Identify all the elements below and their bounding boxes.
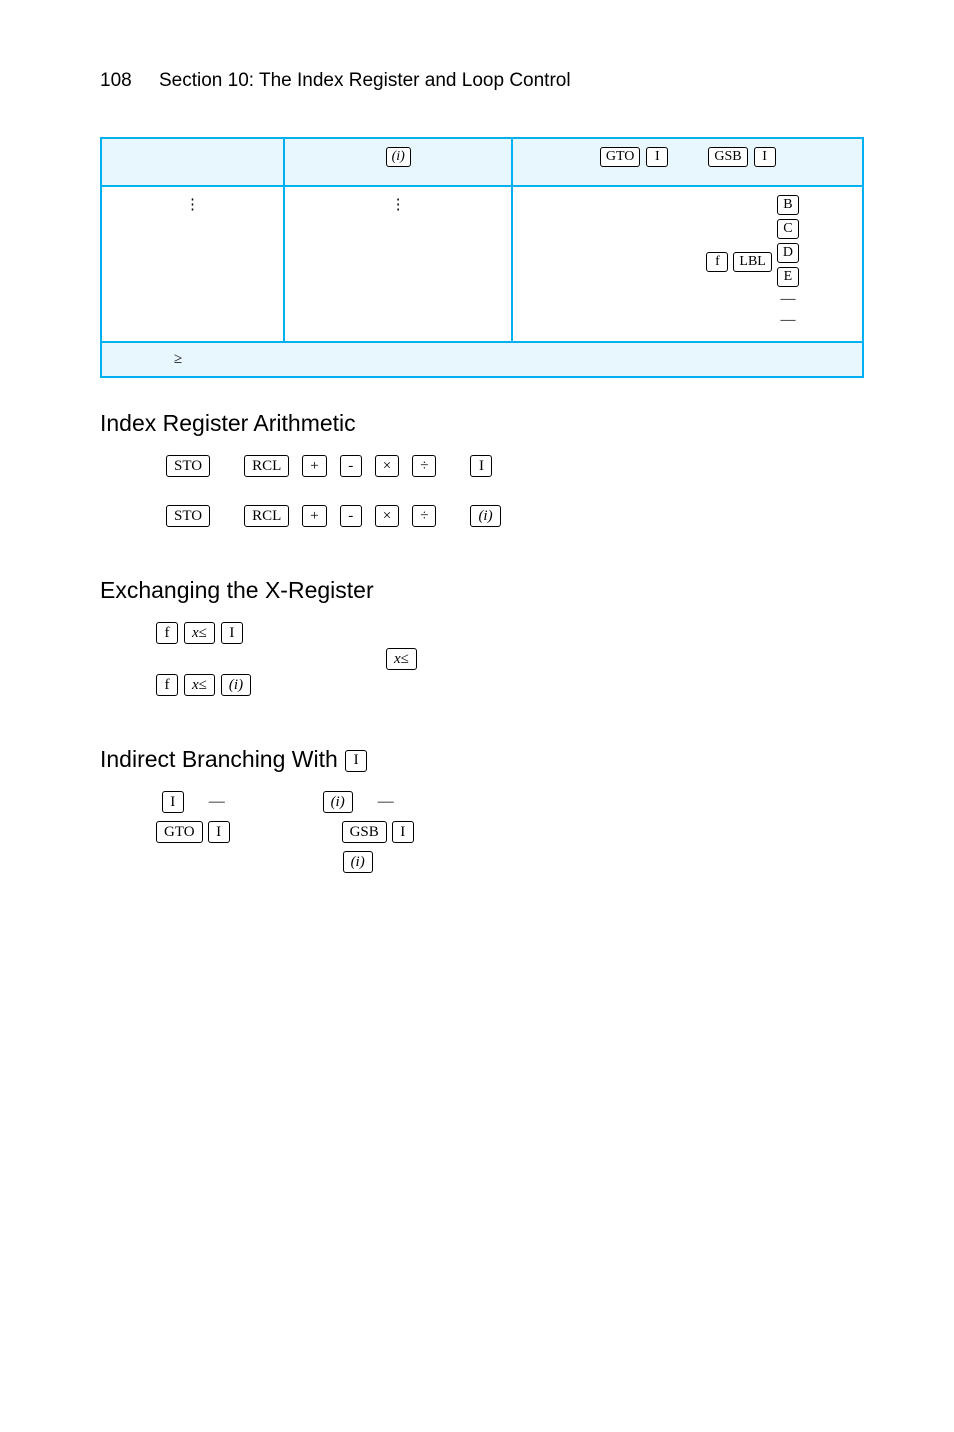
table-cell-1-2: ⋮ bbox=[284, 186, 513, 342]
emdash-c: — bbox=[209, 793, 225, 811]
gto-key: GTO bbox=[600, 147, 641, 167]
xswap-key-b: x≤ bbox=[184, 674, 215, 696]
plus-key: + bbox=[302, 455, 326, 477]
I-key-d: I bbox=[221, 622, 243, 644]
div-key-2: ÷ bbox=[412, 505, 436, 527]
f-key: f bbox=[706, 252, 728, 272]
heading-branching: Indirect Branching With I bbox=[100, 746, 864, 773]
I-key-g: I bbox=[392, 821, 414, 843]
arith-line-2: STO RCL + - × ÷ (i) bbox=[165, 505, 864, 527]
page-header: 108 Section 10: The Index Register and L… bbox=[100, 70, 864, 92]
I-key-heading: I bbox=[345, 750, 367, 772]
f-key-2: f bbox=[156, 622, 178, 644]
E-key: E bbox=[777, 267, 799, 287]
gto-key-2: GTO bbox=[156, 821, 203, 843]
C-key: C bbox=[777, 219, 799, 239]
i-key-icon: (i) bbox=[386, 147, 411, 167]
table-head-col2: (i) bbox=[284, 138, 513, 186]
lbl-key: LBL bbox=[733, 252, 771, 272]
emdash-d: — bbox=[378, 793, 394, 811]
heading-index-arith: Index Register Arithmetic bbox=[100, 410, 864, 437]
I-key-b: I bbox=[754, 147, 776, 167]
I-key-f: I bbox=[208, 821, 230, 843]
div-key: ÷ bbox=[412, 455, 436, 477]
i-key-e: (i) bbox=[343, 851, 373, 873]
minus-key: - bbox=[340, 455, 362, 477]
emdash-b: — bbox=[780, 312, 795, 329]
i-key-c: (i) bbox=[221, 674, 251, 696]
table-cell-1-1: ⋮ bbox=[101, 186, 284, 342]
D-key: D bbox=[777, 243, 799, 263]
I-key-c: I bbox=[470, 455, 492, 477]
sto-key: STO bbox=[166, 455, 210, 477]
times-key-2: × bbox=[375, 505, 399, 527]
rcl-key-2: RCL bbox=[244, 505, 289, 527]
I-key-e: I bbox=[162, 791, 184, 813]
gsb-key-2: GSB bbox=[342, 821, 387, 843]
heading-xreg: Exchanging the X-Register bbox=[100, 577, 864, 604]
times-key: × bbox=[375, 455, 399, 477]
gsb-key: GSB bbox=[708, 147, 747, 167]
i-key-b: (i) bbox=[470, 505, 500, 527]
emdash-a: — bbox=[780, 291, 795, 308]
plus-key-2: + bbox=[302, 505, 326, 527]
sto-key-2: STO bbox=[166, 505, 210, 527]
B-key: B bbox=[777, 195, 799, 215]
I-key-a: I bbox=[646, 147, 668, 167]
page-number: 108 bbox=[100, 70, 132, 91]
branching-block: I — GTO I (i) — GSB I (i) bbox=[155, 791, 864, 873]
xswap-key-a: x≤ bbox=[184, 622, 215, 644]
table-head-col1 bbox=[101, 138, 284, 186]
arith-line-1: STO RCL + - × ÷ I bbox=[165, 455, 864, 477]
xswap-key-mid: x≤ bbox=[386, 648, 417, 670]
section-title: Section 10: The Index Register and Loop … bbox=[159, 70, 571, 91]
table-foot-geq: ≥ bbox=[101, 342, 863, 377]
rcl-key: RCL bbox=[244, 455, 289, 477]
table-head-col3: GTO I GSB I bbox=[512, 138, 863, 186]
index-register-table: (i) GTO I GSB I ⋮ ⋮ f LBL B C bbox=[100, 137, 864, 378]
table-cell-1-3: f LBL B C D E — — bbox=[512, 186, 863, 342]
f-key-3: f bbox=[156, 674, 178, 696]
xreg-block: f x≤ I x≤ f x≤ (i) bbox=[155, 622, 864, 696]
i-key-d: (i) bbox=[323, 791, 353, 813]
minus-key-2: - bbox=[340, 505, 362, 527]
